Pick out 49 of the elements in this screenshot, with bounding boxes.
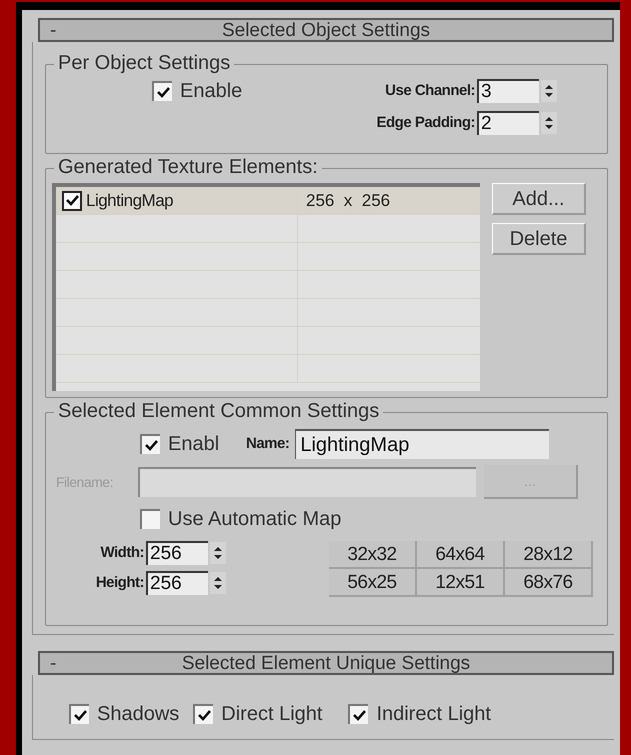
rollout-header[interactable]: - Selected Element Unique Settings — [38, 651, 614, 675]
spinner-icon[interactable] — [210, 542, 226, 564]
field-label: Height: — [96, 572, 144, 593]
checkbox-label: Enable — [180, 79, 242, 104]
number-field[interactable]: 256 — [146, 541, 208, 565]
preset-button[interactable]: 28x12 — [505, 541, 593, 569]
list-cell-text: 256 x 256 — [306, 190, 390, 212]
button[interactable]: Delete — [492, 223, 586, 255]
checkbox[interactable] — [140, 509, 160, 529]
number-field[interactable]: 2 — [477, 111, 539, 135]
check-icon — [66, 194, 78, 207]
spinner-icon[interactable] — [541, 112, 557, 134]
list-view[interactable]: LightingMap 256 x 256 — [52, 183, 480, 391]
checkbox-label: Shadows — [97, 702, 180, 727]
check-icon — [74, 708, 86, 722]
rollout-header[interactable]: - Selected Object Settings — [38, 18, 614, 42]
field-label: Name: — [246, 434, 290, 454]
checkbox[interactable] — [152, 81, 172, 101]
checkbox[interactable] — [193, 704, 214, 724]
list-row[interactable]: LightingMap 256 x 256 — [56, 187, 480, 215]
field-label: Width: — [100, 542, 144, 563]
spinner-icon[interactable] — [541, 80, 557, 102]
preset-button[interactable]: 56x25 — [329, 569, 417, 597]
field-label: Edge Padding: — [376, 112, 475, 133]
checkbox-label: Direct Light — [221, 702, 322, 727]
check-icon — [352, 708, 366, 722]
checkbox[interactable] — [69, 704, 89, 724]
checkbox[interactable] — [62, 190, 82, 210]
checkbox-label: Use Automatic Map — [168, 507, 342, 532]
collapse-toggle[interactable]: - — [50, 654, 56, 672]
preset-button[interactable]: 12x51 — [417, 569, 505, 597]
check-icon — [144, 438, 158, 452]
checkbox-label: Indirect Light — [376, 702, 491, 727]
name-field[interactable]: LightingMap — [295, 429, 550, 459]
preset-button[interactable]: 68x76 — [505, 569, 593, 597]
button[interactable]: Add... — [492, 183, 586, 215]
checkbox[interactable] — [348, 704, 368, 724]
checkbox[interactable] — [140, 434, 160, 454]
preset-button[interactable]: 32x32 — [329, 541, 417, 569]
list-cell-text: LightingMap — [86, 190, 174, 212]
field-label: Use Channel: — [385, 80, 475, 101]
number-field[interactable]: 256 — [146, 571, 208, 595]
preset-button[interactable]: 64x64 — [417, 541, 505, 569]
number-field[interactable]: 3 — [477, 79, 539, 103]
check-icon — [156, 86, 170, 98]
spinner-icon[interactable] — [210, 572, 226, 594]
check-icon — [198, 708, 211, 722]
checkbox-label: Enabl — [168, 432, 220, 457]
collapse-toggle[interactable]: - — [50, 20, 56, 40]
